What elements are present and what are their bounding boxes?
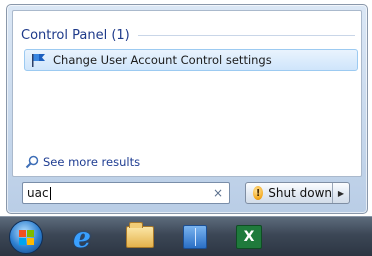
internet-explorer-icon[interactable]: e (65, 221, 99, 254)
see-more-results-link[interactable]: See more results (25, 154, 140, 170)
group-divider (137, 34, 355, 36)
uac-flag-icon (32, 54, 45, 67)
shutdown-button[interactable]: ! Shut down (246, 183, 332, 203)
windows-logo-icon (19, 230, 35, 246)
text-caret (49, 186, 51, 200)
clear-search-icon[interactable]: × (213, 186, 223, 200)
results-group-header: Control Panel (1) (21, 26, 355, 44)
search-value: uac (27, 186, 49, 200)
update-warning-icon: ! (253, 186, 264, 200)
book-icon[interactable] (178, 222, 212, 252)
magnifier-icon (25, 155, 39, 169)
result-item-uac-settings[interactable]: Change User Account Control settings (24, 49, 358, 71)
excel-glyph: X (236, 225, 262, 249)
search-results-pane: Control Panel (1) Change User Account Co… (12, 10, 362, 177)
taskbar: e X (0, 216, 372, 256)
start-menu: Control Panel (1) Change User Account Co… (6, 4, 368, 214)
shutdown-label: Shut down (268, 186, 332, 200)
windows-explorer-icon[interactable] (123, 222, 157, 252)
result-item-label: Change User Account Control settings (53, 53, 272, 67)
search-input[interactable]: uac × (22, 182, 230, 204)
see-more-label: See more results (43, 155, 141, 169)
excel-icon[interactable]: X (232, 222, 266, 252)
shutdown-control: ! Shut down ▶ (245, 182, 350, 204)
start-orb[interactable] (9, 220, 43, 254)
shutdown-options-arrow-icon[interactable]: ▶ (333, 189, 349, 198)
group-title[interactable]: Control Panel (1) (21, 28, 130, 43)
